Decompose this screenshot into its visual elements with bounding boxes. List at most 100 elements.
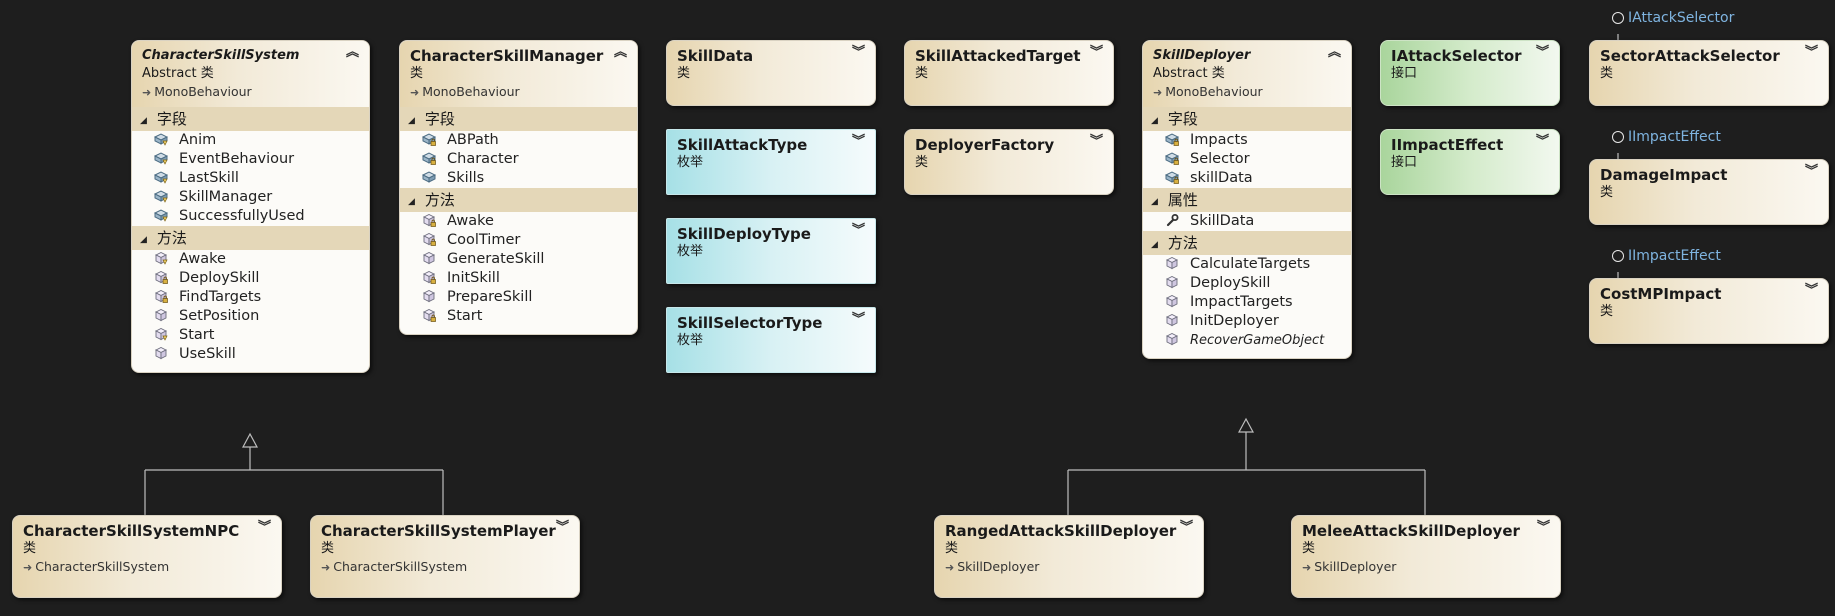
class-kind: 枚举	[677, 155, 704, 170]
member-row[interactable]: UseSkill	[132, 345, 369, 364]
member-row[interactable]: DeploySkill	[132, 269, 369, 288]
expand-chevron-icon[interactable]: ︾	[1537, 521, 1550, 534]
section-collapse-icon[interactable]: ◢	[408, 197, 415, 207]
member-row[interactable]: CalculateTargets	[1143, 255, 1351, 274]
member-name: ImpactTargets	[1190, 294, 1293, 310]
class-box-meleeattackskilldeployer[interactable]: MeleeAttackSkillDeployer 类 ➜ SkillDeployer ︾	[1291, 515, 1561, 598]
class-box-rangedattackskilldeployer[interactable]: RangedAttackSkillDeployer 类 ➜ SkillDeployer…	[934, 515, 1204, 598]
member-name: SetPosition	[179, 308, 260, 324]
inherits-arrow-icon: ➜	[1153, 86, 1163, 99]
member-row[interactable]: Impacts	[1143, 131, 1351, 150]
collapse-chevron-icon[interactable]: ︽	[346, 46, 359, 59]
section-header[interactable]: ◢ 字段	[1143, 107, 1351, 131]
class-box-characterskillsystemplayer[interactable]: CharacterSkillSystemPlayer 类 ➜ CharacterSki…	[310, 515, 580, 598]
member-row[interactable]: Skills	[400, 169, 637, 188]
expand-chevron-icon[interactable]: ︾	[1805, 46, 1818, 59]
section-header[interactable]: ◢ 字段	[400, 107, 637, 131]
class-box-damageimpact[interactable]: DamageImpact 类 ︾	[1589, 159, 1829, 225]
class-box-iattackselector[interactable]: IAttackSelector 接口 ︾	[1380, 40, 1560, 106]
member-row[interactable]: Awake	[132, 250, 369, 269]
class-box-characterskillmanager[interactable]: CharacterSkillManager 类 ➜ MonoBehaviour ︽ ◢ 字段…	[399, 40, 638, 335]
expand-chevron-icon[interactable]: ︾	[1536, 135, 1549, 148]
member-name: Start	[447, 308, 483, 324]
member-row[interactable]: Awake	[400, 212, 637, 231]
base-class-name: SkillDeployer	[957, 559, 1040, 574]
expand-chevron-icon[interactable]: ︾	[852, 135, 865, 148]
class-box-characterskillsystem[interactable]: CharacterSkillSystem Abstract 类 ➜ MonoBehav…	[131, 40, 370, 373]
class-box-costmpimpact[interactable]: CostMPImpact 类 ︾	[1589, 278, 1829, 344]
section-header[interactable]: ◢ 方法	[132, 226, 369, 250]
member-name: Selector	[1190, 151, 1250, 167]
class-box-skilldeploytype[interactable]: SkillDeployType 枚举 ︾	[666, 218, 876, 284]
field-protected-icon	[154, 190, 168, 203]
member-row[interactable]: CoolTimer	[400, 231, 637, 250]
box-bottom-padding	[400, 326, 637, 334]
class-box-skillattacktype[interactable]: SkillAttackType 枚举 ︾	[666, 129, 876, 195]
member-row[interactable]: DeploySkill	[1143, 274, 1351, 293]
member-row[interactable]: Character	[400, 150, 637, 169]
member-row[interactable]: GenerateSkill	[400, 250, 637, 269]
base-class-name: SkillDeployer	[1314, 559, 1397, 574]
member-row[interactable]: FindTargets	[132, 288, 369, 307]
member-row[interactable]: SetPosition	[132, 307, 369, 326]
class-box-skillselectortype[interactable]: SkillSelectorType 枚举 ︾	[666, 307, 876, 373]
expand-chevron-icon[interactable]: ︾	[1090, 46, 1103, 59]
section-header[interactable]: ◢ 字段	[132, 107, 369, 131]
section-collapse-icon[interactable]: ◢	[140, 235, 147, 245]
member-row[interactable]: RecoverGameObject	[1143, 331, 1351, 350]
class-box-iimpacteffect[interactable]: IImpactEffect 接口 ︾	[1380, 129, 1560, 195]
expand-chevron-icon[interactable]: ︾	[1180, 521, 1193, 534]
expand-chevron-icon[interactable]: ︾	[556, 521, 569, 534]
section-collapse-icon[interactable]: ◢	[408, 116, 415, 126]
member-name: DeploySkill	[1190, 275, 1271, 291]
expand-chevron-icon[interactable]: ︾	[852, 46, 865, 59]
interface-label[interactable]: IImpactEffect	[1628, 129, 1721, 145]
collapse-chevron-icon[interactable]: ︽	[614, 46, 627, 59]
member-row[interactable]: ImpactTargets	[1143, 293, 1351, 312]
interface-label[interactable]: IAttackSelector	[1628, 10, 1734, 26]
expand-chevron-icon[interactable]: ︾	[258, 521, 271, 534]
section-collapse-icon[interactable]: ◢	[1151, 116, 1158, 126]
expand-chevron-icon[interactable]: ︾	[1536, 46, 1549, 59]
member-row[interactable]: InitSkill	[400, 269, 637, 288]
expand-chevron-icon[interactable]: ︾	[852, 224, 865, 237]
member-row[interactable]: InitDeployer	[1143, 312, 1351, 331]
box-header: DamageImpact 类 ︾	[1590, 160, 1828, 207]
member-row[interactable]: EventBehaviour	[132, 150, 369, 169]
member-row[interactable]: Selector	[1143, 150, 1351, 169]
member-row[interactable]: PrepareSkill	[400, 288, 637, 307]
member-row[interactable]: SuccessfullyUsed	[132, 207, 369, 226]
section-collapse-icon[interactable]: ◢	[140, 116, 147, 126]
class-box-sectorattackselector[interactable]: SectorAttackSelector 类 ︾	[1589, 40, 1829, 106]
member-row[interactable]: LastSkill	[132, 169, 369, 188]
section-collapse-icon[interactable]: ◢	[1151, 197, 1158, 207]
expand-chevron-icon[interactable]: ︾	[1090, 135, 1103, 148]
member-row[interactable]: Start	[132, 326, 369, 345]
expand-chevron-icon[interactable]: ︾	[1805, 165, 1818, 178]
collapse-chevron-icon[interactable]: ︽	[1328, 46, 1341, 59]
class-box-skilldata[interactable]: SkillData 类 ︾	[666, 40, 876, 106]
member-name: DeploySkill	[179, 270, 260, 286]
member-row[interactable]: Anim	[132, 131, 369, 150]
member-row[interactable]: SkillManager	[132, 188, 369, 207]
member-row[interactable]: SkillData	[1143, 212, 1351, 231]
base-class: ➜ SkillDeployer	[945, 559, 1173, 576]
class-box-skilldeployer[interactable]: SkillDeployer Abstract 类 ➜ MonoBehaviour ︽ ◢ 字…	[1142, 40, 1352, 359]
member-row[interactable]: ABPath	[400, 131, 637, 150]
section-header[interactable]: ◢ 方法	[400, 188, 637, 212]
member-row[interactable]: skillData	[1143, 169, 1351, 188]
class-kind: 类	[1600, 66, 1614, 81]
section-title-label: 字段	[1167, 110, 1198, 128]
class-box-deployerfactory[interactable]: DeployerFactory 类 ︾	[904, 129, 1114, 195]
box-header: SkillSelectorType 枚举 ︾	[667, 308, 875, 355]
section-header[interactable]: ◢ 方法	[1143, 231, 1351, 255]
section-header[interactable]: ◢ 属性	[1143, 188, 1351, 212]
expand-chevron-icon[interactable]: ︾	[1805, 284, 1818, 297]
member-name: CalculateTargets	[1190, 256, 1311, 272]
class-box-skillattackedtarget[interactable]: SkillAttackedTarget 类 ︾	[904, 40, 1114, 106]
expand-chevron-icon[interactable]: ︾	[852, 313, 865, 326]
member-row[interactable]: Start	[400, 307, 637, 326]
class-box-characterskillsystemnpc[interactable]: CharacterSkillSystemNPC 类 ➜ CharacterSkillS…	[12, 515, 282, 598]
interface-label[interactable]: IImpactEffect	[1628, 248, 1721, 264]
section-collapse-icon[interactable]: ◢	[1151, 240, 1158, 250]
